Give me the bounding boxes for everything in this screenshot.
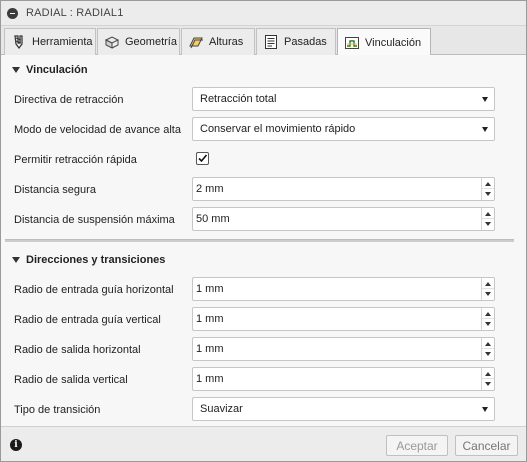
spinner: [481, 278, 494, 300]
tab-pasadas[interactable]: Pasadas: [256, 28, 336, 55]
spin-up-icon[interactable]: [482, 178, 494, 189]
spin-down-icon[interactable]: [482, 319, 494, 330]
lead-in-vertical-label: Radio de entrada guía vertical: [14, 314, 161, 326]
lead-in-horizontal-input[interactable]: 1 mm: [192, 277, 495, 301]
tool-icon: [11, 34, 27, 50]
select-value: Suavizar: [200, 403, 243, 415]
section-title: Direcciones y transiciones: [26, 254, 166, 266]
geometry-icon: [104, 34, 120, 50]
feed-mode-label: Modo de velocidad de avance alta: [14, 124, 181, 136]
safe-distance-label: Distancia segura: [14, 184, 96, 196]
tab-label: Herramienta: [32, 36, 93, 48]
collapse-triangle-icon[interactable]: [12, 257, 20, 263]
spin-up-icon[interactable]: [482, 308, 494, 319]
section-title: Vinculación: [26, 64, 88, 76]
lead-out-vertical-input[interactable]: 1 mm: [192, 367, 495, 391]
collapse-triangle-icon[interactable]: [12, 67, 20, 73]
spinner: [481, 178, 494, 200]
tab-content: Vinculación Directiva de retracción Retr…: [1, 55, 526, 426]
dialog-footer: i Aceptar Cancelar: [1, 426, 526, 461]
chevron-down-icon: [482, 127, 488, 132]
spin-down-icon[interactable]: [482, 349, 494, 360]
lead-out-vertical-label: Radio de salida vertical: [14, 374, 128, 386]
tab-geometria[interactable]: Geometría: [97, 28, 180, 55]
max-stay-down-input[interactable]: 50 mm: [192, 207, 495, 231]
retract-policy-select[interactable]: Retracción total: [192, 87, 495, 111]
retract-policy-label: Directiva de retracción: [14, 94, 124, 106]
heights-icon: [188, 34, 204, 50]
tab-label: Pasadas: [284, 36, 327, 48]
tab-bar: Herramienta Geometría Alturas Pasadas Vi…: [1, 26, 526, 56]
select-value: Conservar el movimiento rápido: [200, 123, 356, 135]
chevron-down-icon: [482, 407, 488, 412]
max-stay-down-label: Distancia de suspensión máxima: [14, 214, 175, 226]
tab-label: Vinculación: [365, 36, 422, 49]
spinner: [481, 368, 494, 390]
linking-icon: [344, 35, 360, 51]
checkmark-icon: [198, 154, 208, 163]
rapid-retract-checkbox[interactable]: [196, 152, 209, 165]
info-icon[interactable]: i: [10, 439, 22, 451]
spin-up-icon[interactable]: [482, 278, 494, 289]
lead-out-horizontal-input[interactable]: 1 mm: [192, 337, 495, 361]
lead-out-horizontal-label: Radio de salida horizontal: [14, 344, 141, 356]
transition-type-label: Tipo de transición: [14, 404, 101, 416]
spin-down-icon[interactable]: [482, 219, 494, 230]
tab-vinculacion[interactable]: Vinculación: [337, 28, 431, 56]
spin-up-icon[interactable]: [482, 338, 494, 349]
input-value: 1 mm: [196, 313, 224, 325]
select-value: Retracción total: [200, 93, 277, 105]
spin-down-icon[interactable]: [482, 189, 494, 200]
input-value: 1 mm: [196, 283, 224, 295]
window-title: RADIAL : RADIAL1: [26, 7, 124, 19]
spinner: [481, 338, 494, 360]
chevron-down-icon: [482, 97, 488, 102]
section-header-transitions[interactable]: Direcciones y transiciones: [1, 249, 526, 271]
spinner: [481, 208, 494, 230]
rapid-retract-label: Permitir retracción rápida: [14, 154, 137, 166]
tab-alturas[interactable]: Alturas: [181, 28, 255, 55]
lead-in-vertical-input[interactable]: 1 mm: [192, 307, 495, 331]
spin-down-icon[interactable]: [482, 379, 494, 390]
spin-up-icon[interactable]: [482, 208, 494, 219]
tab-label: Alturas: [209, 36, 244, 48]
input-value: 1 mm: [196, 343, 224, 355]
cancel-button[interactable]: Cancelar: [455, 435, 518, 456]
input-value: 2 mm: [196, 183, 224, 195]
spin-down-icon[interactable]: [482, 289, 494, 300]
accept-button[interactable]: Aceptar: [386, 435, 448, 456]
safe-distance-input[interactable]: 2 mm: [192, 177, 495, 201]
lead-in-horizontal-label: Radio de entrada guía horizontal: [14, 284, 174, 296]
title-bar: RADIAL : RADIAL1: [1, 1, 526, 26]
tab-herramienta[interactable]: Herramienta: [4, 28, 96, 55]
input-value: 50 mm: [196, 213, 230, 225]
input-value: 1 mm: [196, 373, 224, 385]
transition-type-select[interactable]: Suavizar: [192, 397, 495, 421]
section-header-vinculacion[interactable]: Vinculación: [1, 59, 526, 81]
spinner: [481, 308, 494, 330]
collapse-icon[interactable]: [7, 8, 18, 19]
tab-label: Geometría: [125, 36, 177, 48]
dialog-window: RADIAL : RADIAL1 Herramienta Geometría A…: [0, 0, 527, 462]
feed-mode-select[interactable]: Conservar el movimiento rápido: [192, 117, 495, 141]
spin-up-icon[interactable]: [482, 368, 494, 379]
section-divider: [5, 239, 514, 242]
passes-icon: [263, 34, 279, 50]
